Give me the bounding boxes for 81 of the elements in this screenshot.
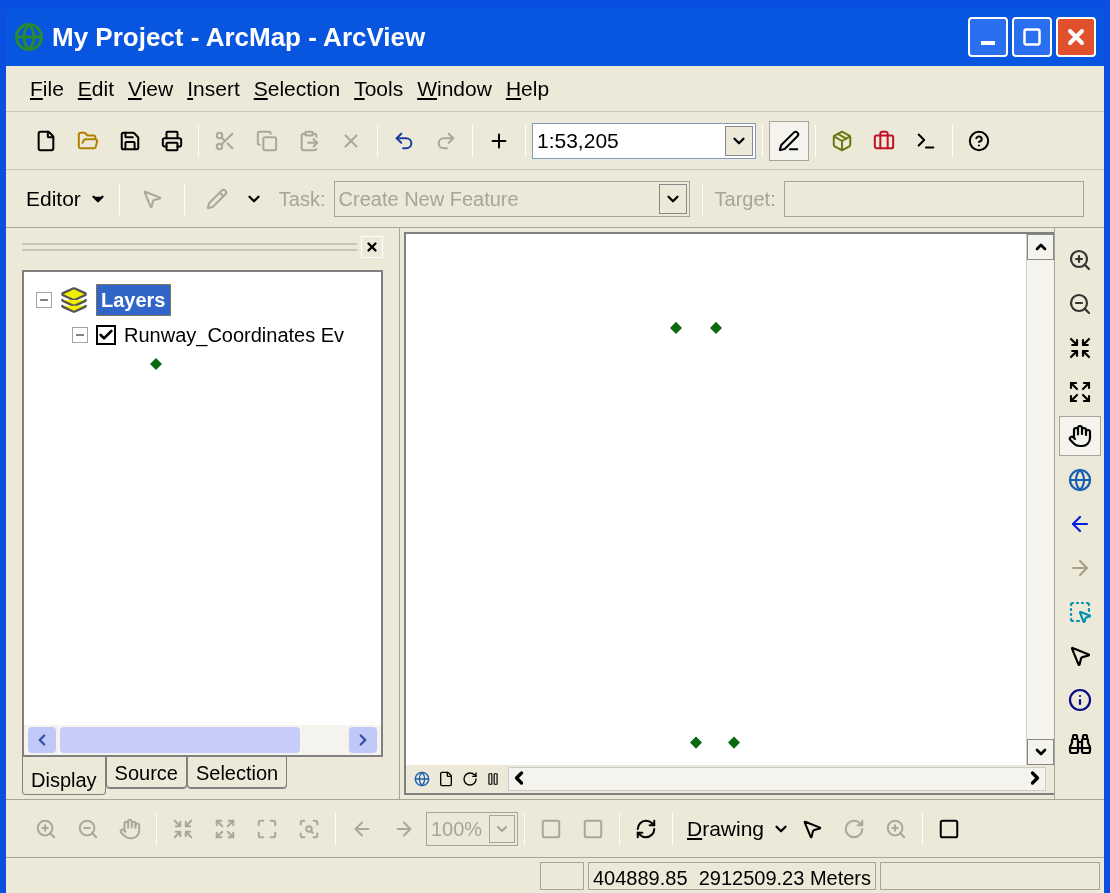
hand-pan-tool[interactable] xyxy=(1058,416,1101,456)
layout-view-icon[interactable] xyxy=(438,771,454,787)
menu-item[interactable]: Selection xyxy=(253,72,341,105)
rectangle-icon xyxy=(938,817,961,840)
frame-icon xyxy=(540,817,562,840)
copy-icon xyxy=(256,129,278,152)
catalog-icon xyxy=(831,129,853,152)
maximize-button[interactable] xyxy=(1012,17,1052,57)
paste-icon xyxy=(298,129,320,152)
menu-item[interactable]: Insert xyxy=(187,72,240,105)
close-button[interactable] xyxy=(1056,17,1096,57)
zoom-selected-icon xyxy=(885,817,908,840)
menu-item[interactable]: Edit xyxy=(77,72,115,105)
task-value: Create New Feature xyxy=(337,186,520,212)
menu-item[interactable]: View xyxy=(128,72,174,105)
editor-sketch-button[interactable] xyxy=(769,120,809,161)
pencil-icon xyxy=(205,187,228,210)
panel-tab[interactable]: Selection xyxy=(186,757,288,789)
scale-value: 1:53,205 xyxy=(536,127,620,154)
close-icon xyxy=(365,240,379,254)
horizontal-scrollbar[interactable] xyxy=(24,725,381,755)
scale-dropdown[interactable]: 1:53,205 xyxy=(532,122,756,159)
coordinates-readout: 404889.85 2912509.23 Meters xyxy=(588,861,876,890)
close-panel-button[interactable] xyxy=(361,236,383,258)
hand-pan-icon xyxy=(1067,424,1092,448)
maximize-icon xyxy=(1022,27,1042,47)
app-globe-icon xyxy=(14,22,44,52)
minimize-button[interactable] xyxy=(968,17,1008,57)
fixed-zoom-in-icon xyxy=(1067,336,1092,360)
menu-item[interactable]: Window xyxy=(417,72,492,105)
select-elements-icon xyxy=(1067,600,1092,624)
cut-icon xyxy=(214,129,236,152)
refresh-icon[interactable] xyxy=(462,771,478,787)
tree-item[interactable]: Runway_Coordinates Ev xyxy=(124,320,345,350)
target-label: Target: xyxy=(714,186,776,212)
zoom-out-icon xyxy=(77,817,99,840)
menu-item[interactable]: File xyxy=(30,72,64,105)
collapse-toggle[interactable] xyxy=(36,292,52,308)
save-icon xyxy=(119,129,141,152)
binoculars-icon xyxy=(1067,732,1092,756)
menu-item[interactable]: Help xyxy=(505,72,550,105)
info-icon xyxy=(1067,688,1092,712)
open-folder-icon xyxy=(77,129,99,152)
hand-pan-icon xyxy=(119,817,141,840)
menu-item[interactable]: Tools xyxy=(354,72,404,105)
fixed-zoom-out-icon xyxy=(1067,380,1092,404)
editor-sketch-icon xyxy=(778,129,800,152)
rotate-icon xyxy=(843,817,866,840)
drawing-menu[interactable]: Drawing xyxy=(687,812,791,845)
horizontal-scrollbar[interactable] xyxy=(508,767,1046,791)
panel-tab[interactable]: Source xyxy=(105,757,187,789)
zoom-out-icon xyxy=(1067,292,1092,316)
panel-tab[interactable]: Display xyxy=(22,757,106,795)
new-file-icon xyxy=(35,129,57,152)
pause-icon[interactable] xyxy=(486,772,500,786)
layer-checkbox[interactable] xyxy=(96,325,116,345)
zoom-in-icon xyxy=(1067,248,1092,272)
zoom-value: 100% xyxy=(430,816,484,842)
target-dropdown[interactable] xyxy=(783,180,1084,217)
minimize-icon xyxy=(981,41,995,45)
frame-icon xyxy=(582,817,604,840)
point-symbol-icon xyxy=(150,358,162,370)
zoom-in-icon xyxy=(35,817,57,840)
task-label: Task: xyxy=(278,186,326,212)
scroll-thumb[interactable] xyxy=(60,727,300,753)
tree-item[interactable]: Layers xyxy=(96,284,171,316)
collapse-toggle[interactable] xyxy=(72,327,88,343)
actual-size-icon xyxy=(298,817,320,840)
change-layout-icon xyxy=(635,817,657,840)
fixed-zoom-out-icon xyxy=(214,817,236,840)
printer-icon xyxy=(161,129,183,152)
data-view-icon[interactable] xyxy=(414,771,430,787)
vertical-scrollbar[interactable] xyxy=(1026,234,1054,765)
fixed-zoom-in-icon xyxy=(172,817,194,840)
full-page-icon xyxy=(256,817,278,840)
layers-icon xyxy=(60,286,88,314)
globe-icon xyxy=(1067,468,1092,492)
toolbox-icon xyxy=(873,129,895,152)
window-title: My Project - ArcMap - ArcView xyxy=(52,20,426,54)
status-panel xyxy=(540,861,584,890)
panel-grip[interactable] xyxy=(22,243,357,251)
